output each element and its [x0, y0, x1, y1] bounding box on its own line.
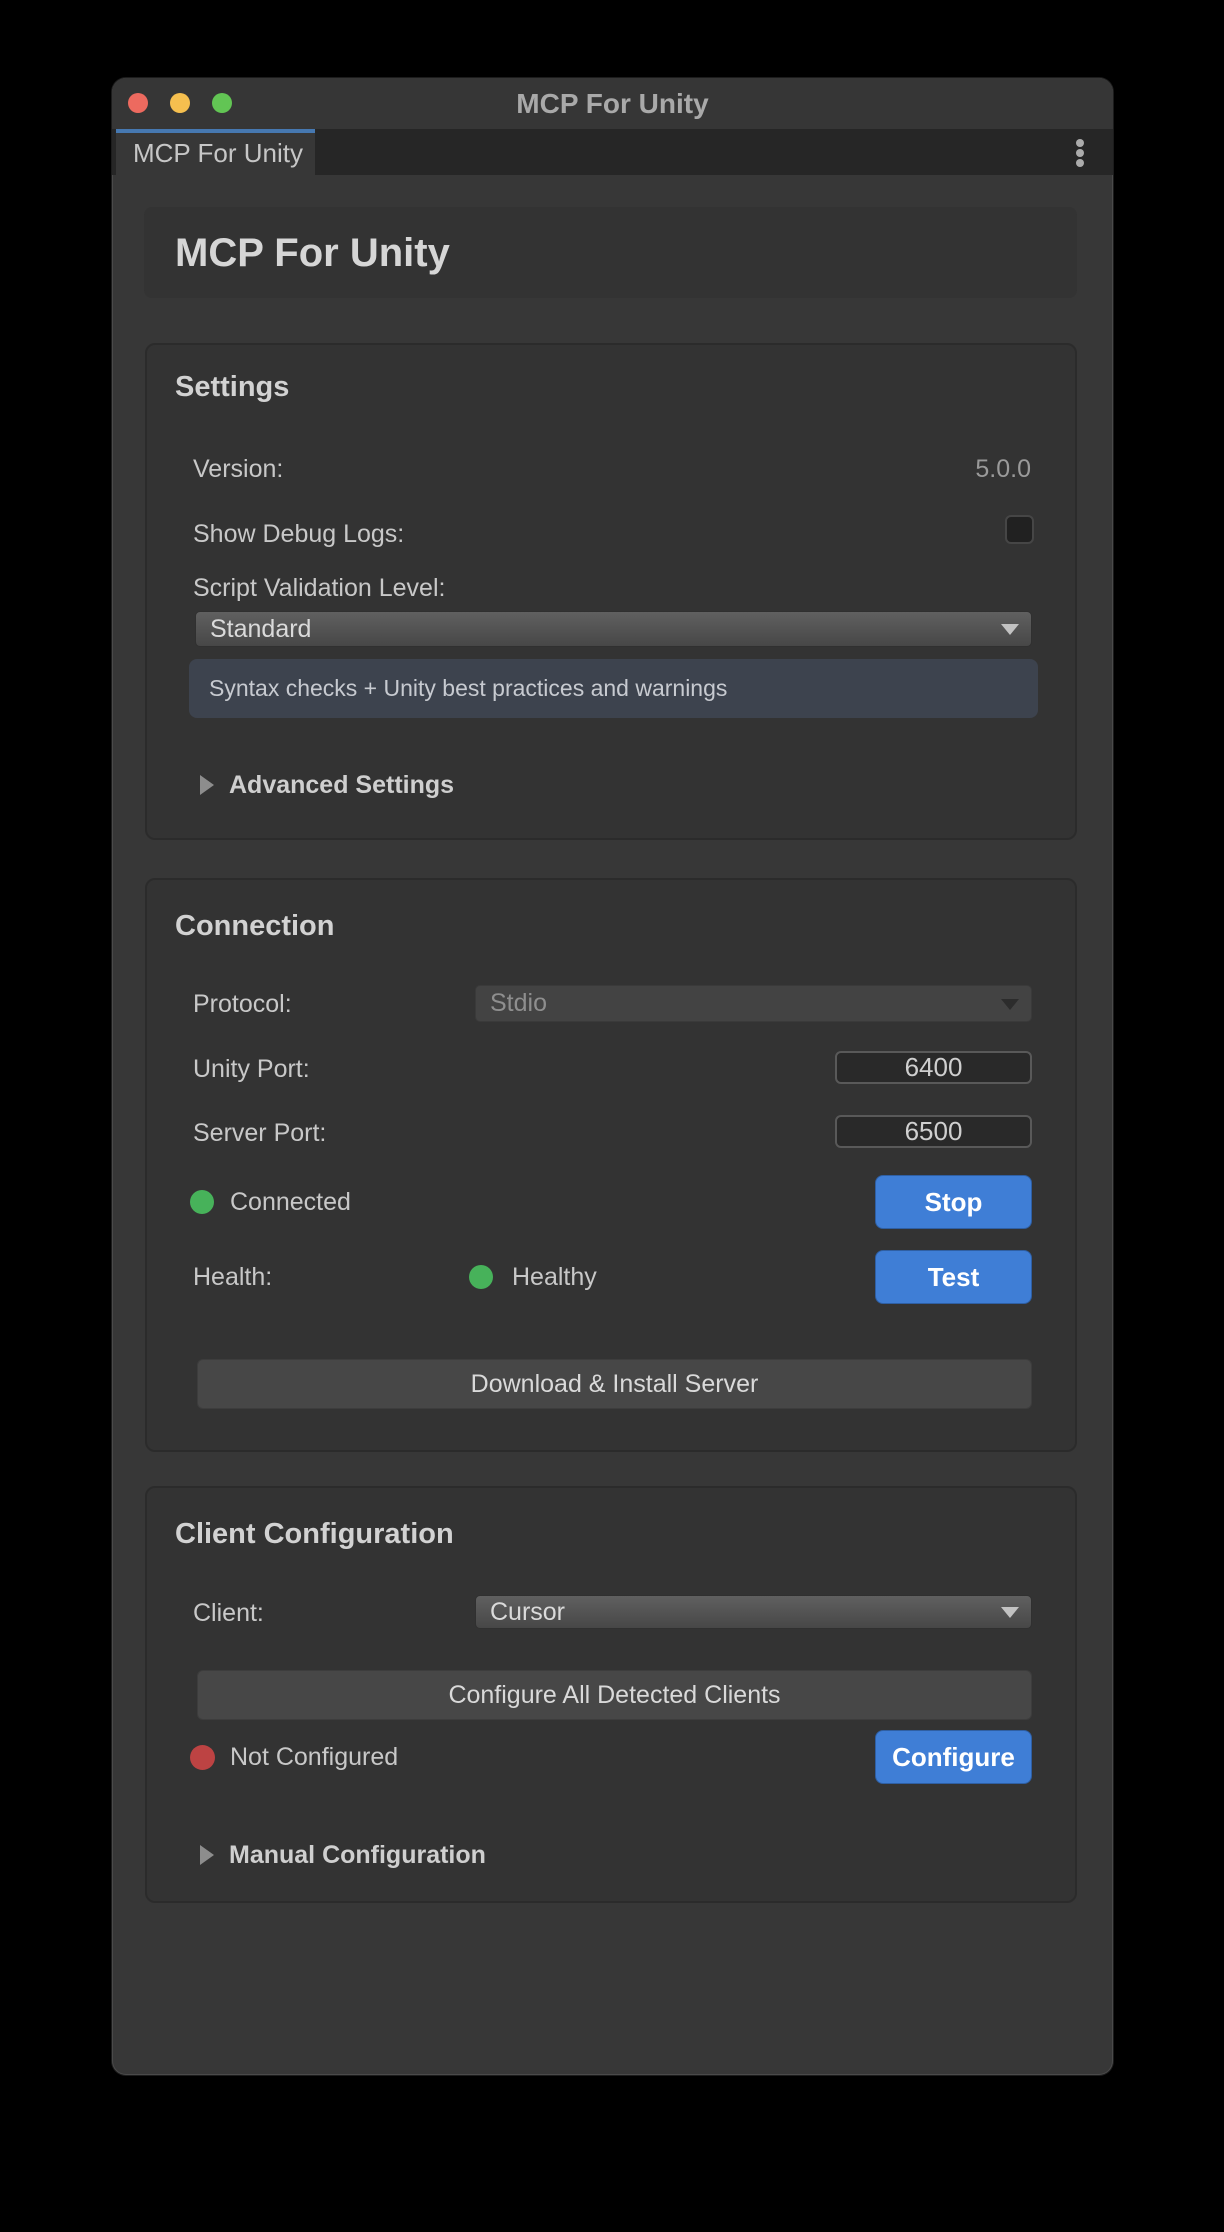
window-titlebar: MCP For Unity [112, 78, 1113, 129]
debug-logs-label: Show Debug Logs: [193, 520, 405, 548]
chevron-down-icon [1001, 1607, 1019, 1618]
stop-button[interactable]: Stop [875, 1175, 1032, 1229]
configure-all-clients-button[interactable]: Configure All Detected Clients [197, 1670, 1032, 1720]
connection-title: Connection [175, 910, 335, 942]
settings-section: Settings Version: 5.0.0 Show Debug Logs:… [145, 343, 1077, 840]
version-label: Version: [193, 455, 284, 483]
test-button[interactable]: Test [875, 1250, 1032, 1304]
connection-status-text: Connected [230, 1188, 351, 1216]
validation-level-label: Script Validation Level: [193, 574, 446, 602]
tab-mcp-for-unity[interactable]: MCP For Unity [116, 129, 315, 175]
server-port-field[interactable] [835, 1115, 1032, 1148]
validation-level-value: Standard [210, 614, 312, 643]
configure-button[interactable]: Configure [875, 1730, 1032, 1784]
unity-port-label: Unity Port: [193, 1055, 310, 1083]
foldout-arrow-icon [200, 775, 214, 795]
server-port-label: Server Port: [193, 1119, 327, 1147]
advanced-settings-foldout[interactable]: Advanced Settings [200, 770, 454, 800]
download-install-server-button[interactable]: Download & Install Server [197, 1359, 1032, 1409]
health-label: Health: [193, 1263, 273, 1291]
connection-status-dot [190, 1190, 214, 1214]
kebab-menu-icon[interactable] [1066, 137, 1094, 167]
unity-port-field[interactable] [835, 1051, 1032, 1084]
health-status-text: Healthy [512, 1263, 597, 1291]
manual-configuration-foldout[interactable]: Manual Configuration [200, 1840, 486, 1870]
manual-configuration-label: Manual Configuration [229, 1840, 486, 1869]
health-status-dot [469, 1265, 493, 1289]
debug-logs-checkbox[interactable] [1005, 515, 1034, 544]
page-title: MCP For Unity [175, 231, 450, 275]
foldout-arrow-icon [200, 1845, 214, 1865]
page-header: MCP For Unity [144, 207, 1077, 298]
validation-helpbox: Syntax checks + Unity best practices and… [189, 659, 1038, 718]
settings-title: Settings [175, 371, 290, 403]
chevron-down-icon [1001, 624, 1019, 635]
validation-level-dropdown[interactable]: Standard [195, 611, 1032, 647]
client-label: Client: [193, 1599, 264, 1627]
version-value: 5.0.0 [975, 455, 1031, 483]
connection-section: Connection Protocol: Stdio Unity Port: S… [145, 878, 1077, 1452]
client-value: Cursor [490, 1597, 566, 1626]
unity-editor-window: MCP For Unity MCP For Unity MCP For Unit… [112, 78, 1113, 2075]
advanced-settings-label: Advanced Settings [229, 770, 455, 799]
protocol-value: Stdio [490, 989, 547, 1017]
client-dropdown[interactable]: Cursor [475, 1595, 1032, 1629]
protocol-label: Protocol: [193, 990, 292, 1018]
client-status-dot [190, 1745, 215, 1770]
window-title: MCP For Unity [516, 88, 709, 119]
protocol-dropdown: Stdio [475, 985, 1032, 1022]
client-configuration-title: Client Configuration [175, 1518, 454, 1550]
chevron-down-icon [1001, 998, 1019, 1010]
client-configuration-section: Client Configuration Client: Cursor Conf… [145, 1486, 1077, 1903]
editor-tab-bar: MCP For Unity [112, 129, 1113, 175]
client-status-text: Not Configured [230, 1743, 399, 1771]
validation-help-text: Syntax checks + Unity best practices and… [209, 675, 728, 701]
